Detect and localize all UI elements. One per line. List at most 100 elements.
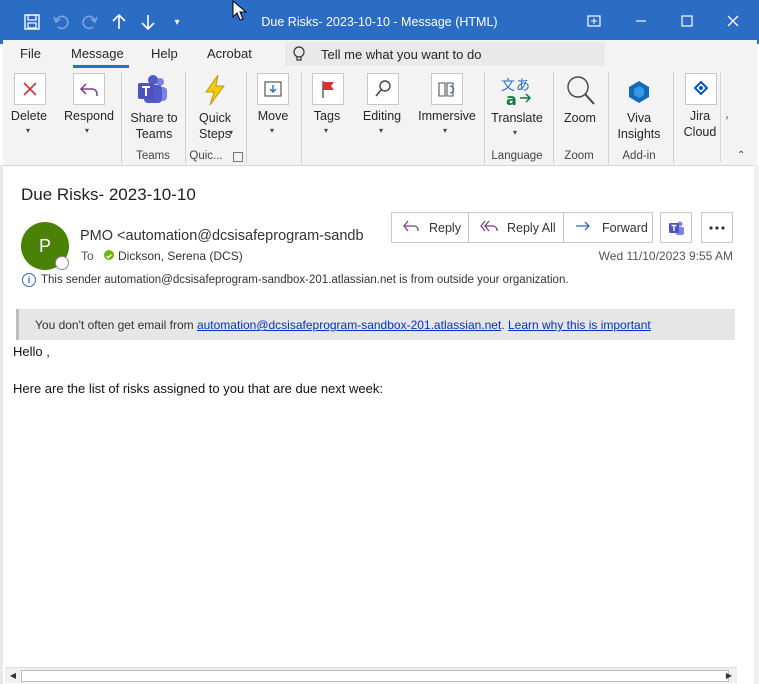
forward-button[interactable]: Forward [563,212,653,243]
window-left-edge [0,165,3,684]
editing-button[interactable] [367,73,399,105]
zoom-button[interactable] [564,74,596,108]
jira-cloud-button[interactable] [685,73,717,105]
move-label: Move [257,109,289,123]
ribbon-separator [246,72,247,164]
viva-insights-button[interactable] [625,78,653,106]
group-teams-label: Teams [136,150,170,162]
svg-text:あ: あ [516,78,530,94]
ribbon-scroll-right-icon[interactable]: › [720,72,733,162]
teams-icon [138,75,167,103]
learn-why-link[interactable]: Learn why this is important [508,318,651,332]
zoom-label: Zoom [564,111,596,125]
scrollbar-thumb[interactable] [21,670,729,682]
recipient-name[interactable]: Dickson, Serena (DCS) [118,249,243,263]
delete-x-icon [14,73,46,105]
maximize-button[interactable] [669,6,705,36]
immersive-reader-icon [431,73,463,105]
respond-caret-icon: ▾ [85,126,90,135]
message-subject: Due Risks- 2023-10-10 [21,185,196,204]
quick-steps-label: Quick Steps [199,111,231,141]
menu-message[interactable]: Message [71,46,124,61]
translate-button[interactable]: 文 あ a [500,76,534,109]
body-text: Here are the list of risks assigned to y… [13,381,383,396]
close-button[interactable] [715,6,751,36]
reply-button[interactable]: Reply [391,212,469,243]
reply-label: Reply [429,220,461,235]
delete-caret-icon: ▾ [26,126,31,135]
group-addin-label: Add-in [622,150,656,162]
group-quick-label: Quic... [189,150,223,162]
editing-caret-icon: ▾ [379,126,384,135]
scroll-left-icon[interactable]: ◀ [6,669,20,682]
ribbon-separator [553,72,554,164]
translate-label: Translate [491,111,543,125]
teams-chat-button[interactable] [660,212,692,243]
ribbon-separator [185,72,186,164]
flag-icon [312,73,344,105]
respond-label: Respond [63,109,115,123]
forward-label: Forward [602,220,648,235]
minimize-button[interactable] [623,6,659,36]
tell-me-text: Tell me what you want to do [321,47,482,62]
info-icon: i [22,273,36,287]
horizontal-scrollbar[interactable]: ◀ ▶ [5,667,737,683]
first-contact-banner: You don't often get email from automatio… [16,309,735,340]
reply-all-button[interactable]: Reply All [468,212,564,243]
move-caret-icon: ▾ [270,126,275,135]
recipient-available-icon [104,250,114,260]
reply-icon [402,219,420,236]
reply-all-label: Reply All [507,220,556,235]
more-actions-button[interactable] [701,212,733,243]
tags-label: Tags [313,109,341,123]
to-label: To [81,249,94,263]
menu-help[interactable]: Help [151,46,178,61]
share-to-teams-button[interactable] [134,73,172,109]
presence-status-icon [55,256,69,270]
translate-icon: 文 あ a [501,78,532,109]
move-button[interactable] [257,73,289,105]
quick-steps-caret-icon: ▾ [229,128,234,137]
ribbon-separator [301,72,302,164]
external-sender-notice: i This sender automation@dcsisafeprogram… [22,273,569,287]
menu-acrobat[interactable]: Acrobat [207,46,252,61]
window-right-edge [754,165,759,684]
jira-icon [685,73,717,105]
search-icon [367,73,399,105]
viva-insights-label: Viva Insights [617,111,661,141]
reply-all-icon [479,219,499,236]
immersive-label: Immersive [418,109,476,123]
tags-caret-icon: ▾ [324,126,329,135]
zoom-icon [567,76,595,105]
ribbon-separator [608,72,609,164]
immersive-button[interactable] [431,73,463,105]
sender-address-link[interactable]: automation@dcsisafeprogram-sandbox-201.a… [197,318,501,332]
teams-icon [669,221,684,235]
tags-button[interactable] [312,73,344,105]
menu-file[interactable]: File [20,46,41,61]
ribbon-separator [484,72,485,164]
quick-steps-button[interactable] [198,73,232,109]
viva-insights-icon [629,81,649,103]
forward-icon [574,219,592,236]
immersive-caret-icon: ▾ [443,126,448,135]
scroll-right-icon[interactable]: ▶ [722,669,736,682]
sent-date: Wed 11/10/2023 9:55 AM [598,249,733,263]
lightning-icon [205,74,225,106]
translate-caret-icon: ▾ [513,128,518,137]
body-greeting: Hello , [13,344,50,359]
dialog-launcher-icon[interactable] [233,152,243,162]
restore-tab-icon[interactable] [576,6,612,36]
sender-name[interactable]: PMO <automation@dcsisafeprogram-sandbox-… [80,228,364,244]
group-language-label: Language [491,150,543,162]
external-sender-text: This sender automation@dcsisafeprogram-s… [41,274,569,286]
banner-prefix: You don't often get email from [35,318,197,332]
collapse-ribbon-icon[interactable]: ⌃ [737,150,745,161]
banner-separator: . [501,318,508,332]
title-bar: ▾ Due Risks- 2023-10-10 - Message (HTML) [0,0,759,44]
jira-cloud-label: Jira Cloud [683,109,717,139]
respond-arrow-icon [73,73,105,105]
tell-me-search[interactable]: Tell me what you want to do [285,42,605,66]
svg-text:a: a [506,90,517,106]
editing-label: Editing [362,109,402,123]
